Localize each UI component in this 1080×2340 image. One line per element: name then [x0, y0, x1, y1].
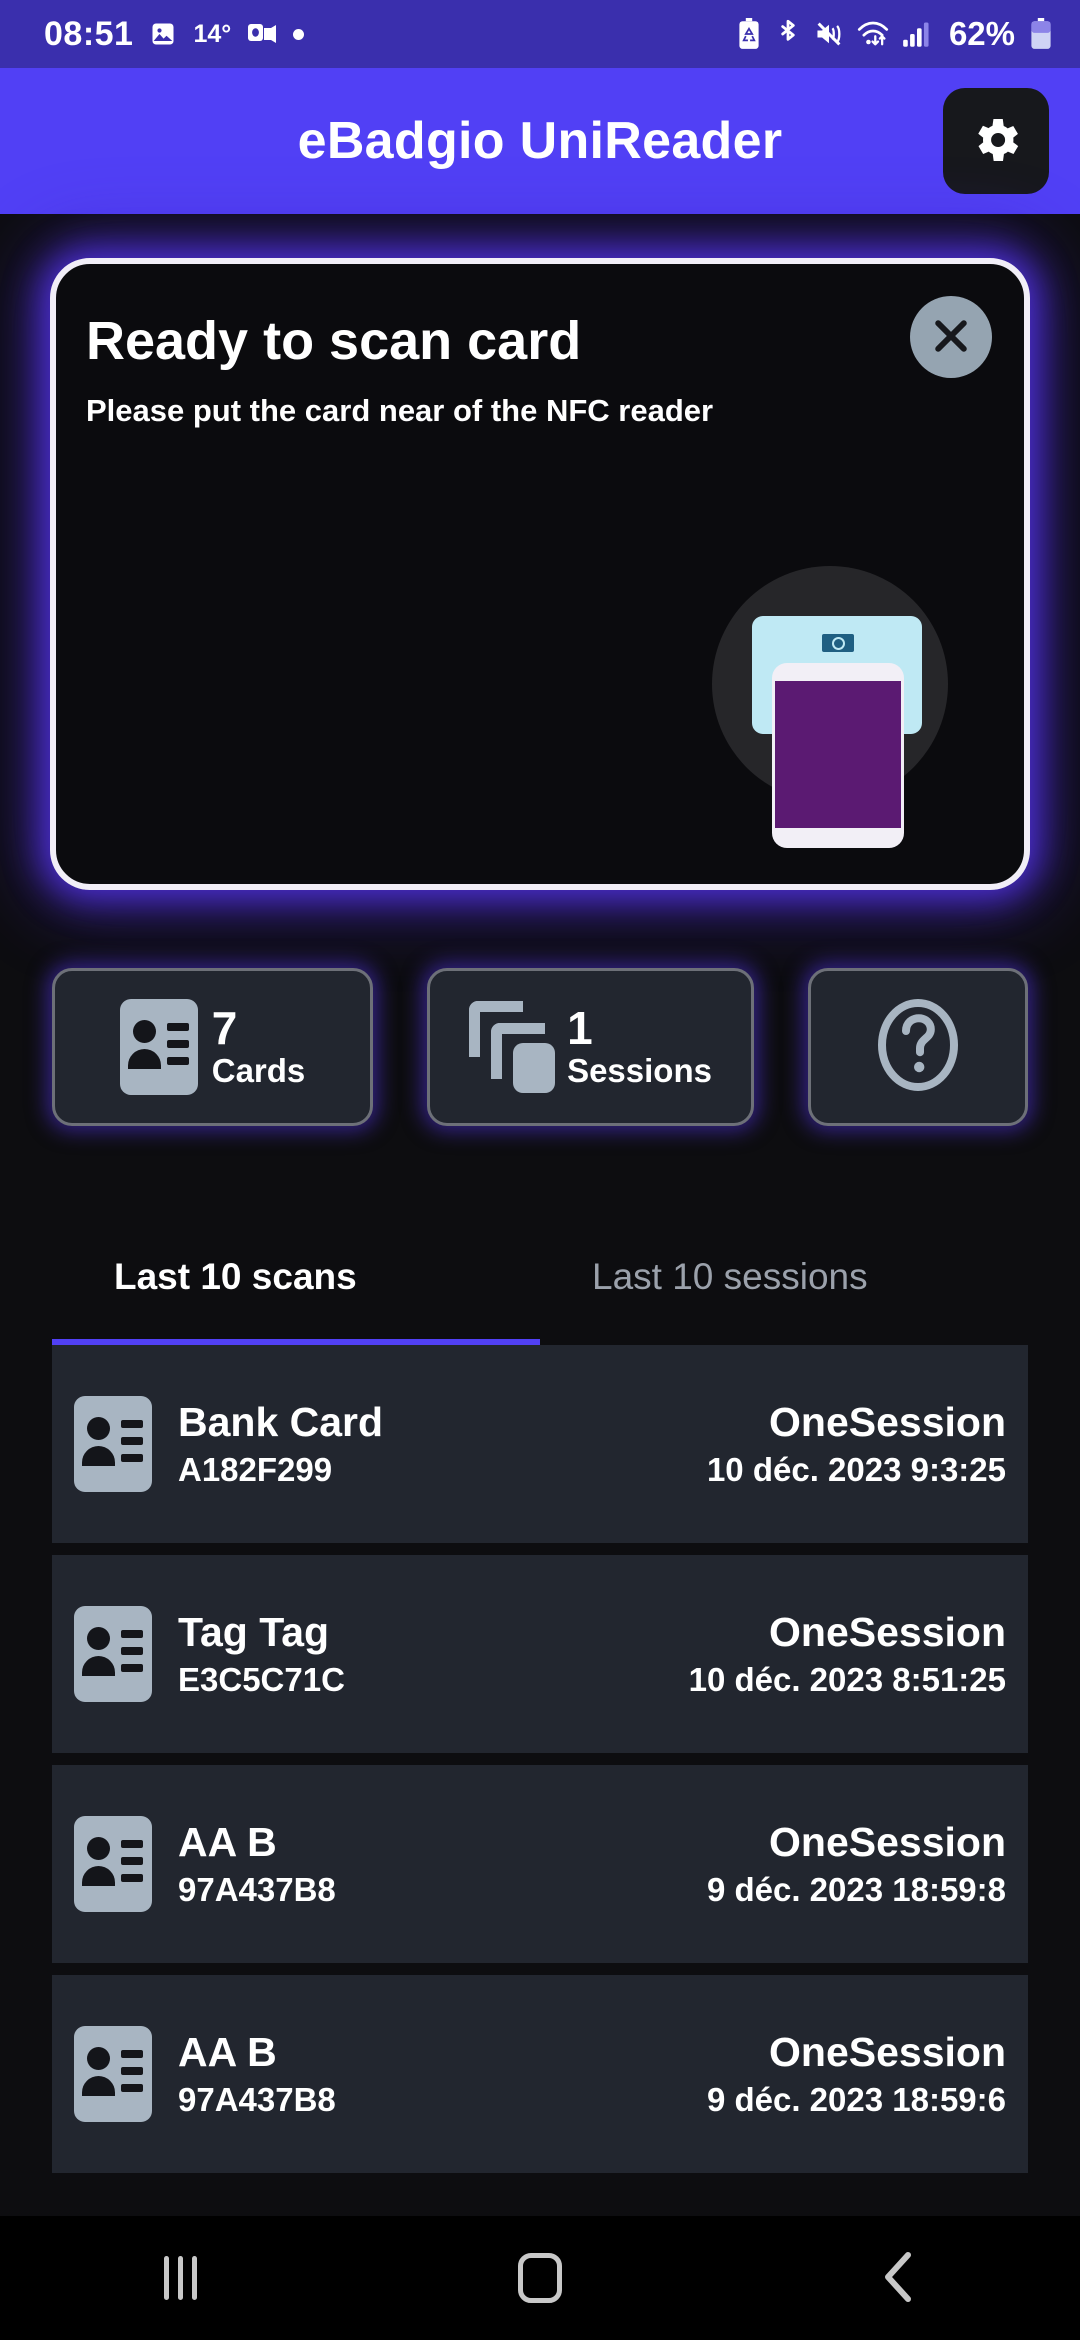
- tab-last-10-sessions[interactable]: Last 10 sessions: [592, 1256, 868, 1298]
- scan-uid: A182F299: [178, 1450, 333, 1488]
- scan-subtitle: Please put the card near of the NFC read…: [86, 393, 714, 428]
- table-row[interactable]: Bank Card A182F299 OneSession 10 déc. 20…: [52, 1345, 1028, 1543]
- scan-title: AA B: [178, 1818, 277, 1865]
- scan-uid: E3C5C71C: [178, 1660, 345, 1698]
- cards-stat-button[interactable]: 7 Cards: [52, 968, 374, 1126]
- back-button[interactable]: [825, 2216, 975, 2340]
- scan-session: OneSession: [769, 1818, 1006, 1865]
- question-mark-icon: [872, 995, 964, 1100]
- id-card-icon: [74, 1396, 152, 1492]
- app-bar: eBadgio UniReader: [0, 68, 1080, 214]
- id-card-icon: [74, 1816, 152, 1912]
- stack-copy-icon: [469, 1001, 556, 1093]
- close-icon: [929, 314, 973, 361]
- status-bar-right: 62%: [736, 15, 1054, 53]
- cards-count: 7: [211, 1001, 238, 1054]
- table-row[interactable]: Tag Tag E3C5C71C OneSession 10 déc. 2023…: [52, 1555, 1028, 1753]
- home-icon: [518, 2253, 562, 2303]
- scan-list: Bank Card A182F299 OneSession 10 déc. 20…: [52, 1345, 1028, 2185]
- battery-saver-icon: [736, 18, 762, 50]
- nfc-chip-icon: [822, 634, 854, 652]
- nfc-phone-screen: [775, 681, 901, 828]
- gear-icon: [968, 112, 1024, 171]
- table-row[interactable]: AA B 97A437B8 OneSession 9 déc. 2023 18:…: [52, 1975, 1028, 2173]
- nfc-phone-graphic: [772, 663, 904, 848]
- sessions-stat-button[interactable]: 1 Sessions: [427, 968, 755, 1126]
- scan-date: 10 déc. 2023 8:51:25: [688, 1660, 1006, 1698]
- scan-title: AA B: [178, 2028, 277, 2075]
- scan-title: Bank Card: [178, 1398, 384, 1445]
- cards-label: Cards: [211, 1052, 306, 1090]
- recents-button[interactable]: [105, 2216, 255, 2340]
- status-bar-left: 08:51 14°: [44, 14, 305, 54]
- scan-session: OneSession: [769, 1398, 1006, 1445]
- tab-last-10-scans[interactable]: Last 10 scans: [114, 1256, 357, 1298]
- scan-date: 9 déc. 2023 18:59:6: [706, 2080, 1006, 2118]
- settings-button[interactable]: [943, 88, 1049, 194]
- nfc-illustration: [676, 548, 1006, 918]
- help-button[interactable]: [808, 968, 1028, 1126]
- scan-session: OneSession: [769, 2028, 1006, 2075]
- status-bar: 08:51 14° 62%: [0, 0, 1080, 68]
- bluetooth-icon: [775, 18, 801, 50]
- scan-uid: 97A437B8: [178, 1870, 336, 1908]
- wifi-icon: [857, 19, 889, 49]
- close-scan-button[interactable]: [910, 296, 992, 378]
- android-nav-bar: [0, 2216, 1080, 2340]
- scan-title: Tag Tag: [178, 1608, 330, 1655]
- scan-card-panel: Ready to scan card Please put the card n…: [50, 258, 1030, 890]
- id-card-icon: [74, 2026, 152, 2122]
- scan-title: Ready to scan card: [86, 311, 582, 371]
- scan-session: OneSession: [769, 1608, 1006, 1655]
- tab-bar: Last 10 scans Last 10 sessions: [52, 1222, 1028, 1346]
- cellular-signal-icon: [902, 19, 932, 49]
- sessions-label: Sessions: [567, 1052, 712, 1090]
- photo-icon: [149, 20, 177, 48]
- back-chevron-icon: [880, 2251, 920, 2306]
- status-temperature: 14°: [193, 19, 232, 48]
- table-row[interactable]: AA B 97A437B8 OneSession 9 déc. 2023 18:…: [52, 1765, 1028, 1963]
- notification-dot-icon: [293, 28, 305, 40]
- id-card-icon: [74, 1606, 152, 1702]
- recents-icon: [163, 2256, 197, 2300]
- battery-percent: 62%: [948, 15, 1015, 52]
- stats-row: 7 Cards 1 Sessions: [52, 968, 1028, 1128]
- home-button[interactable]: [465, 2216, 615, 2340]
- id-card-icon: [119, 999, 198, 1095]
- scan-date: 9 déc. 2023 18:59:8: [706, 1870, 1006, 1908]
- sessions-count: 1: [567, 1001, 593, 1054]
- status-time: 08:51: [44, 14, 134, 53]
- scan-uid: 97A437B8: [178, 2080, 336, 2118]
- outlook-icon: [247, 20, 277, 48]
- battery-icon: [1028, 18, 1054, 50]
- page-title: eBadgio UniReader: [297, 112, 783, 170]
- mute-vibrate-icon: [814, 19, 844, 49]
- scan-date: 10 déc. 2023 9:3:25: [706, 1450, 1006, 1488]
- phone-screen: 08:51 14° 62% eBadgio UniReader Ready to…: [0, 0, 1080, 2340]
